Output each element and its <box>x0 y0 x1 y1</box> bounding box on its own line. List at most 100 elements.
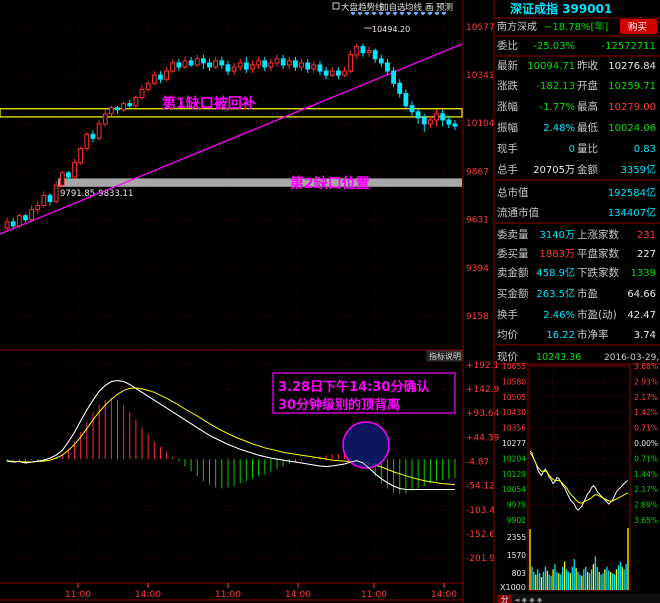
quote-value: -12572711 <box>601 41 656 52</box>
candle-body <box>286 60 292 66</box>
mini-y-right-tick: 1.42% <box>634 408 658 417</box>
mini-y-left-tick: 10277 <box>502 439 526 448</box>
quote-value: 3140万 <box>540 230 575 241</box>
candle-body <box>158 74 163 80</box>
index-title: 深证成指 399001 <box>510 1 612 16</box>
toolbar-ma[interactable]: 均线 <box>405 2 423 13</box>
mini-grid <box>527 365 631 591</box>
mini-y-right-tick: 3.65% <box>634 516 658 525</box>
quote-value: 64.66 <box>627 289 656 300</box>
mini-y-right-tick: 0.00% <box>634 439 658 448</box>
divergence-circle <box>342 421 390 469</box>
quote-label: 流通市值 <box>497 206 539 219</box>
candle-body <box>194 58 200 66</box>
candle-body <box>207 62 212 68</box>
quote-label: 昨收 <box>577 59 598 72</box>
macd-chart[interactable]: +192.1+142.9+93.64+44.39-4.87-54.12-103.… <box>0 349 500 564</box>
mini-vol-tick: 803 <box>512 569 527 578</box>
mini-y-left-tick: 9979 <box>507 501 526 510</box>
candle-body <box>139 88 145 99</box>
candle-body <box>170 62 176 72</box>
quote-value: 2.46% <box>543 310 575 321</box>
quote-value: 10094.71 <box>527 61 575 72</box>
quote-label: 换手 <box>497 308 518 321</box>
quote-label: 平盘家数 <box>577 247 619 260</box>
candle-body <box>305 62 311 70</box>
mini-y-left-tick: 10655 <box>502 362 526 371</box>
x-tick-label: 14:00 <box>431 590 457 600</box>
candle-body <box>256 60 262 66</box>
x-tick-label: 14:00 <box>285 590 311 600</box>
candle-body <box>409 105 415 113</box>
quote-label: 涨幅 <box>497 100 518 113</box>
candle-body <box>102 113 108 125</box>
gap2-annotation: 第2缺口位置 <box>290 175 370 192</box>
candle-body <box>108 107 114 115</box>
intraday-chart[interactable]: 现价 10243.36 2016-03-29,二 106551058010505… <box>495 351 660 603</box>
mini-y-left-tick: 9902 <box>507 516 526 525</box>
signal-annotation-line2: 30分钟级别的顶背离 <box>278 397 400 413</box>
candle-body <box>231 66 237 72</box>
indicator-help-label: 指标说明 <box>429 351 461 361</box>
mini-frame <box>527 365 631 591</box>
mini-y-right-tick: 1.44% <box>634 470 658 479</box>
x-tick-label: 11:00 <box>361 590 387 600</box>
candle-body <box>90 133 96 139</box>
high-marker-label: 10494.20 <box>372 25 410 34</box>
quote-label: 最高 <box>577 100 598 113</box>
mini-vol-tick: 2355 <box>507 533 526 542</box>
x-tick-label: 14:00 <box>135 590 161 600</box>
quote-value: 10276.84 <box>608 61 656 72</box>
kline-y-tick: 10104 <box>466 119 495 129</box>
candle-body <box>59 172 65 186</box>
candle-body <box>274 58 280 64</box>
mini-y-left-tick: 10580 <box>502 377 526 386</box>
kline-chart[interactable]: 1057710341101049867963193949158 9791.85-… <box>0 0 495 583</box>
candle-body <box>127 103 133 107</box>
quote-value: 42.47 <box>627 310 656 321</box>
toolbar-trendline[interactable]: 大盘趋势线 <box>341 2 384 13</box>
mini-y-right: 3.68% 2.93% 2.17% 1.42% 0.71% 0.00% 0.71% 1.44%… <box>634 362 658 525</box>
buy-button-label: 购买 <box>628 21 647 33</box>
mini-vol-tick: 1570 <box>507 551 526 560</box>
kline-y-tick: 9158 <box>466 312 489 322</box>
quote-value: 458.9亿 <box>536 266 575 279</box>
candle-body <box>219 60 225 66</box>
toolbar-forecast[interactable]: 预测 <box>436 2 453 13</box>
candle-body <box>360 46 366 54</box>
sector-name: 南方深成 <box>497 20 537 33</box>
candle-body <box>262 60 268 68</box>
candle-body <box>311 64 317 70</box>
candle-body <box>268 62 274 68</box>
x-tick-label: 11:00 <box>65 590 91 600</box>
quote-label: 开盘 <box>577 79 598 92</box>
quote-value: 0.83 <box>634 144 656 155</box>
x-tick-label: 11:00 <box>215 590 241 600</box>
candle-body <box>145 82 151 90</box>
candle-body <box>35 205 41 211</box>
mini-y-left-tick: 10054 <box>502 485 526 494</box>
macd-y-tick: -201.9 <box>466 554 495 564</box>
kline-y-tick: 9867 <box>466 167 489 177</box>
quote-value: 10279.00 <box>608 102 656 113</box>
candle-body <box>446 119 452 125</box>
toolbar-draw[interactable]: 画 <box>425 3 434 13</box>
candle-body <box>237 62 243 68</box>
tab-arrows-icon[interactable]: ◄ ◆ ◆ ◆ <box>514 596 543 603</box>
candle-body <box>440 113 446 121</box>
candle-body <box>121 103 127 111</box>
candle-body <box>213 60 219 68</box>
candle-body <box>452 123 458 127</box>
quote-value: 1339 <box>631 268 656 279</box>
quote-label: 金额 <box>577 163 598 176</box>
candle-body <box>366 50 372 54</box>
toolbar-add-watch[interactable]: 加自选 <box>380 2 406 13</box>
candle-body <box>200 58 206 64</box>
chart-toolbar: 大盘趋势线 加自选 均线 画 预测 <box>330 1 460 13</box>
macd-y-tick: +142.9 <box>466 385 500 395</box>
candle-body <box>10 221 16 227</box>
candle-body <box>243 62 249 70</box>
candle-body <box>96 123 102 139</box>
trading-screen: 1057710341101049867963193949158 9791.85-… <box>0 0 660 603</box>
quote-value: 20705万 <box>533 165 575 176</box>
